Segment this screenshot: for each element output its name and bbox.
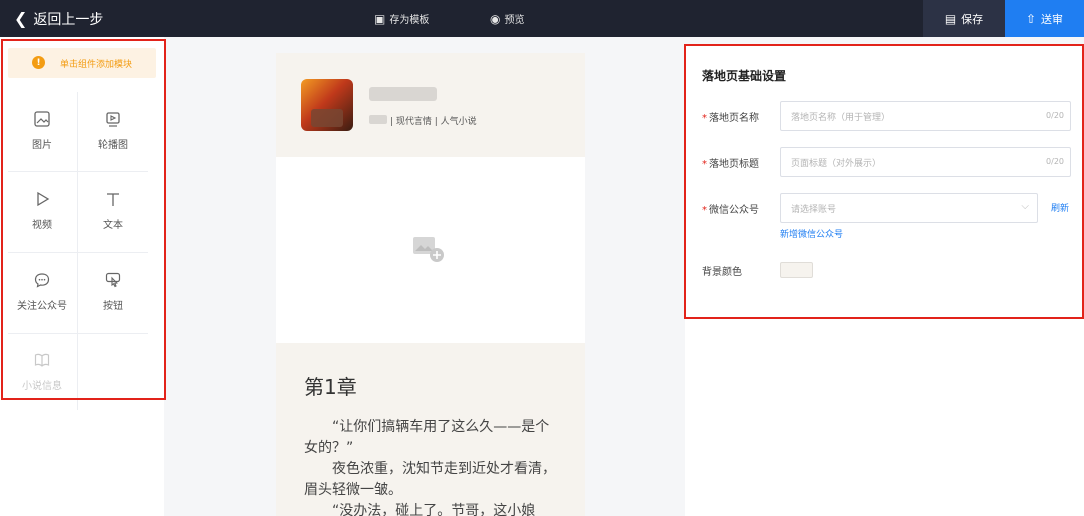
component-label: 视频 xyxy=(32,220,52,231)
chat-bubble-icon xyxy=(31,269,53,291)
component-button[interactable]: 按钮 xyxy=(78,253,148,323)
top-bar: ❮ 返回上一步 ▣ 存为模板 ◉ 预览 ▤ 保存 ⇧ 送审 xyxy=(0,0,1084,37)
component-novel-info[interactable]: 小说信息 xyxy=(7,333,77,403)
page-title-label-text: 落地页标题 xyxy=(709,159,759,170)
text-icon xyxy=(102,188,124,210)
page-name-char-count: 0/20 xyxy=(1046,111,1064,120)
settings-title: 落地页基础设置 xyxy=(702,69,787,83)
info-icon: ! xyxy=(32,56,45,69)
background-color-swatch[interactable] xyxy=(780,262,813,278)
back-button[interactable]: ❮ 返回上一步 xyxy=(14,0,103,37)
wechat-account-placeholder: 请选择账号 xyxy=(791,204,837,215)
wechat-account-select[interactable]: 请选择账号 ⌵ xyxy=(780,193,1038,223)
chapter-title: 第1章 xyxy=(304,375,357,399)
component-carousel[interactable]: 轮播图 xyxy=(78,92,148,162)
book-tags: | 现代言情 | 人气小说 xyxy=(390,117,477,127)
upload-icon: ⇧ xyxy=(1025,11,1037,26)
paragraph: “让你们搞辆车用了这么久——是个女的？” xyxy=(304,419,550,456)
page-title-placeholder: 页面标题（对外展示） xyxy=(791,158,882,169)
chapter-content: “让你们搞辆车用了这么久——是个女的？” 夜色浓重，沈知节走到近处才看清，眉头轻… xyxy=(304,417,562,516)
author-blurred xyxy=(369,115,387,124)
page-name-placeholder: 落地页名称（用于管理） xyxy=(791,112,891,123)
component-text[interactable]: 文本 xyxy=(78,172,148,242)
page-name-label-text: 落地页名称 xyxy=(709,113,759,124)
image-placeholder-block[interactable] xyxy=(276,157,585,343)
component-label: 文本 xyxy=(103,220,123,231)
book-title-blurred xyxy=(369,87,437,101)
add-wechat-account-link[interactable]: 新增微信公众号 xyxy=(780,227,843,240)
hint-text: 单击组件添加模块 xyxy=(60,59,133,70)
video-play-icon xyxy=(31,188,53,210)
wechat-account-label: * 微信公众号 xyxy=(702,201,759,216)
preview-label: 预览 xyxy=(504,15,525,26)
submit-review-button[interactable]: ⇧ 送审 xyxy=(1005,0,1084,37)
back-label: 返回上一步 xyxy=(33,11,104,28)
floppy-disk-icon: ▤ xyxy=(944,11,957,26)
page-name-label: * 落地页名称 xyxy=(702,109,759,124)
save-as-template-label: 存为模板 xyxy=(389,15,430,26)
component-follow-account[interactable]: 关注公众号 xyxy=(7,253,77,323)
required-mark: * xyxy=(702,113,707,124)
template-icon: ▣ xyxy=(374,11,386,26)
component-label: 按钮 xyxy=(103,301,123,312)
image-icon xyxy=(31,108,53,130)
chevron-left-icon: ❮ xyxy=(14,9,28,28)
book-cover xyxy=(301,79,353,131)
add-component-hint: ! 单击组件添加模块 xyxy=(8,48,156,78)
landing-page-preview[interactable]: | 现代言情 | 人气小说 第1章 “让你们搞辆车用了这么久——是个女的？” 夜… xyxy=(276,53,585,516)
submit-review-label: 送审 xyxy=(1041,12,1064,26)
save-button[interactable]: ▤ 保存 xyxy=(923,0,1005,37)
page-name-input[interactable]: 落地页名称（用于管理） 0/20 xyxy=(780,101,1071,131)
preview-button[interactable]: ◉ 预览 xyxy=(490,0,524,37)
chevron-down-icon: ⌵ xyxy=(1021,201,1029,212)
carousel-icon xyxy=(102,108,124,130)
required-mark: * xyxy=(702,159,707,170)
save-as-template-button[interactable]: ▣ 存为模板 xyxy=(374,0,429,37)
component-label: 小说信息 xyxy=(22,381,62,392)
page-title-label: * 落地页标题 xyxy=(702,155,759,170)
click-button-icon xyxy=(102,269,124,291)
save-label: 保存 xyxy=(961,12,984,26)
wechat-account-label-text: 微信公众号 xyxy=(709,205,759,216)
background-color-label: 背景颜色 xyxy=(702,267,742,278)
paragraph: “没办法，碰上了。节哥，这小娘 xyxy=(332,503,536,516)
paragraph: 夜色浓重，沈知节走到近处才看清，眉头轻微一皱。 xyxy=(304,461,556,498)
component-video[interactable]: 视频 xyxy=(7,172,77,242)
refresh-link[interactable]: 刷新 xyxy=(1051,201,1069,214)
required-mark: * xyxy=(702,205,707,216)
component-label: 关注公众号 xyxy=(17,301,67,312)
page-title-char-count: 0/20 xyxy=(1046,157,1064,166)
component-label: 图片 xyxy=(32,140,52,151)
book-icon xyxy=(31,349,53,371)
image-placeholder-icon xyxy=(413,237,444,262)
page-title-input[interactable]: 页面标题（对外展示） 0/20 xyxy=(780,147,1071,177)
component-image[interactable]: 图片 xyxy=(7,92,77,162)
eye-icon: ◉ xyxy=(490,11,501,26)
component-label: 轮播图 xyxy=(98,140,128,151)
